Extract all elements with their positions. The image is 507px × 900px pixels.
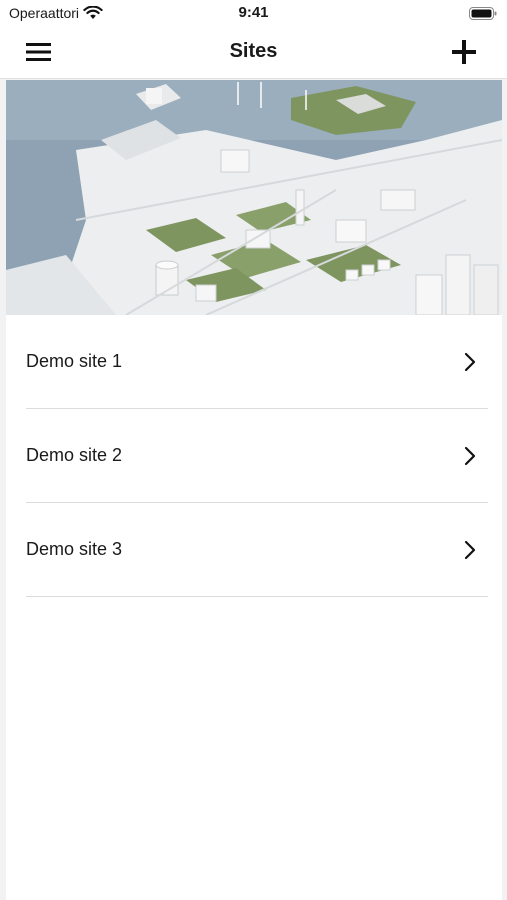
chevron-right-icon <box>464 446 476 466</box>
navigation-bar: Sites <box>0 28 507 79</box>
status-time: 9:41 <box>238 4 269 21</box>
site-row[interactable]: Demo site 1 <box>6 315 502 409</box>
site-row[interactable]: Demo site 3 <box>6 503 502 597</box>
site-label: Demo site 2 <box>26 445 123 465</box>
plus-icon[interactable] <box>451 39 477 65</box>
page-title: Sites <box>229 40 278 62</box>
row-divider <box>26 596 488 597</box>
chevron-right-icon <box>464 352 476 372</box>
site-list: Demo site 1 Demo site 2 Demo site 3 <box>6 315 502 597</box>
city-illustration-image <box>6 80 502 315</box>
site-row[interactable]: Demo site 2 <box>6 409 502 503</box>
chevron-right-icon <box>464 540 476 560</box>
sites-content: Demo site 1 Demo site 2 Demo site 3 <box>6 80 502 900</box>
site-label: Demo site 1 <box>26 351 123 371</box>
battery-icon <box>469 7 497 20</box>
site-label: Demo site 3 <box>26 539 123 559</box>
status-bar: Operaattori 9:41 <box>0 0 507 28</box>
